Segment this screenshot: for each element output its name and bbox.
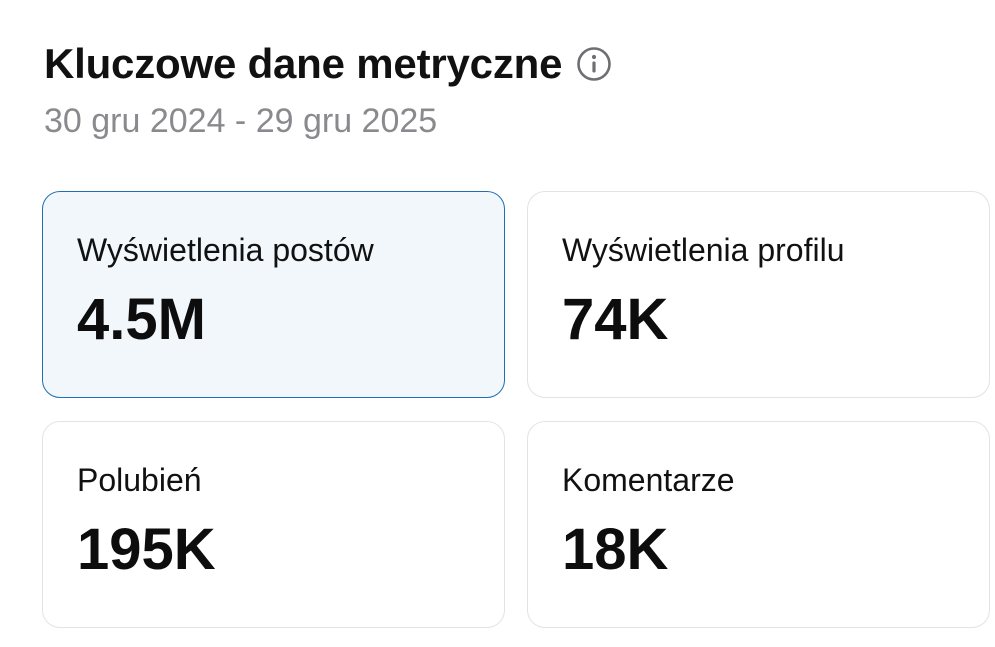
metric-label: Wyświetlenia postów xyxy=(77,232,374,268)
page-title: Kluczowe dane metryczne xyxy=(44,40,563,87)
metric-card-post-views[interactable]: Wyświetlenia postów 4.5M xyxy=(42,191,505,398)
date-range: 30 gru 2024 - 29 gru 2025 xyxy=(44,102,438,140)
metric-label: Polubień xyxy=(77,462,202,498)
metric-card-profile-views[interactable]: Wyświetlenia profilu 74K xyxy=(527,191,990,398)
metric-value: 195K xyxy=(77,517,216,582)
info-circle-icon[interactable] xyxy=(576,46,612,82)
metric-value: 18K xyxy=(562,517,669,582)
metric-label: Wyświetlenia profilu xyxy=(562,232,845,268)
metric-label: Komentarze xyxy=(562,462,735,498)
metric-value: 74K xyxy=(562,287,669,352)
title-row: Kluczowe dane metryczne xyxy=(44,38,612,90)
metric-card-comments[interactable]: Komentarze 18K xyxy=(527,421,990,628)
metric-card-likes[interactable]: Polubień 195K xyxy=(42,421,505,628)
metrics-header: Kluczowe dane metryczne 30 gru 2024 - 29… xyxy=(44,38,612,142)
metric-value: 4.5M xyxy=(77,287,206,352)
